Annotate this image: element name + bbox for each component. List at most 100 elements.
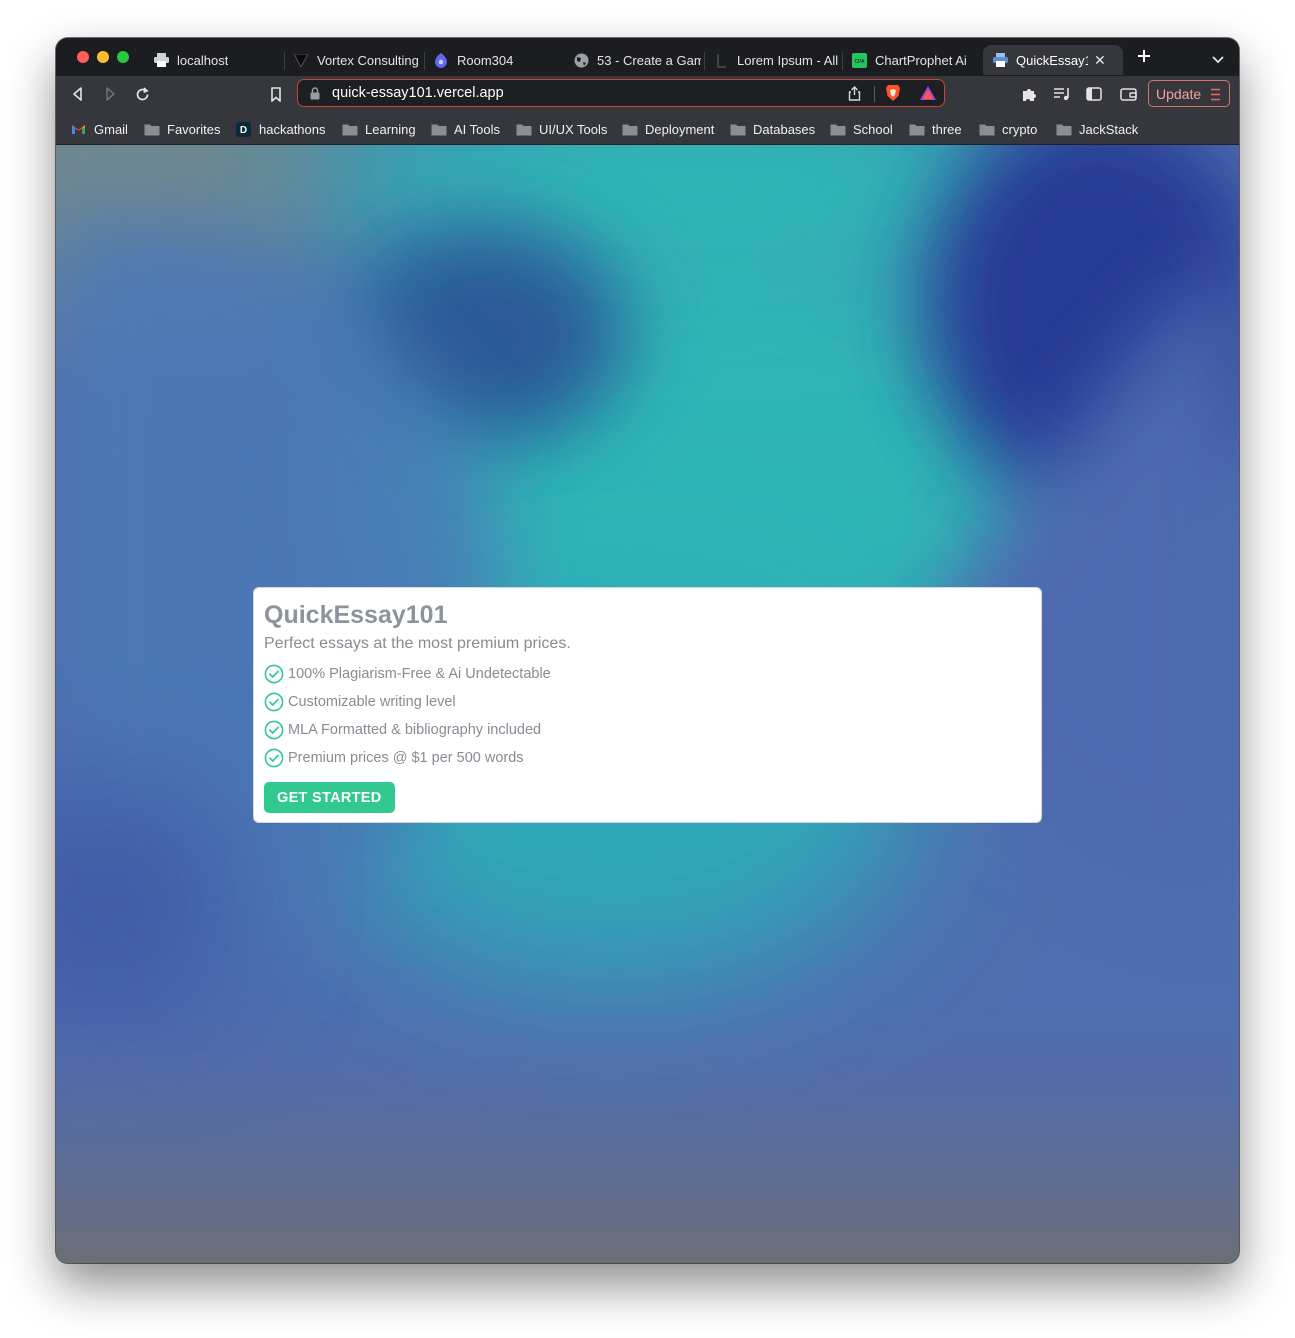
tab-strip: localhost Vortex Consulting Room304 53 -…	[56, 38, 1239, 76]
share-icon[interactable]	[848, 86, 861, 106]
feature-list: 100% Plagiarism-Free & Ai Undetectable C…	[264, 660, 1031, 772]
svg-text:D: D	[240, 125, 247, 136]
feature-text: MLA Formatted & bibliography included	[288, 722, 542, 738]
feature-text: Premium prices @ $1 per 500 words	[288, 750, 524, 766]
bookmark-folder-learning[interactable]: Learning	[341, 120, 416, 138]
forward-arrow-icon[interactable]	[100, 84, 120, 104]
page-viewport: QuickEssay101 Perfect essays at the most…	[56, 145, 1239, 1263]
feature-item: Premium prices @ $1 per 500 words	[264, 744, 1031, 772]
folder-icon	[908, 122, 925, 136]
chartprophet-logo-icon: CPA	[851, 52, 867, 68]
tab-separator	[842, 52, 843, 70]
bookmark-folder-ai-tools[interactable]: AI Tools	[430, 120, 500, 138]
bookmark-label: Learning	[365, 121, 416, 137]
page-title: QuickEssay101	[264, 601, 448, 629]
tab-title: Room304	[457, 52, 514, 68]
address-bar[interactable]: quick-essay101.vercel.app	[297, 79, 945, 107]
url-text: quick-essay101.vercel.app	[332, 85, 504, 101]
folder-icon	[341, 122, 358, 136]
tab-separator	[704, 52, 705, 70]
check-circle-icon	[264, 748, 284, 768]
check-circle-icon	[264, 720, 284, 740]
hero-card: QuickEssay101 Perfect essays at the most…	[253, 587, 1042, 823]
bookmark-label: three	[932, 121, 962, 137]
printer-icon	[992, 52, 1008, 68]
bookmark-label: Deployment	[645, 121, 715, 137]
urlbar-divider	[874, 86, 875, 102]
minimize-window-button[interactable]	[97, 51, 109, 63]
vortex-logo-icon	[293, 52, 309, 68]
tab-title: localhost	[177, 52, 229, 68]
tab-localhost[interactable]: localhost	[153, 45, 283, 75]
update-button-label: Update	[1156, 85, 1202, 102]
bookmark-folder-deployment[interactable]: Deployment	[621, 120, 714, 138]
get-started-button[interactable]: GET STARTED	[264, 782, 395, 813]
folder-icon	[143, 122, 160, 136]
bookmark-label: Gmail	[94, 121, 128, 137]
tab-chartprophet[interactable]: CPA ChartProphet Ai	[851, 45, 981, 75]
lock-icon	[310, 87, 320, 105]
check-circle-icon	[264, 664, 284, 684]
bookmark-hackathons[interactable]: D hackathons	[235, 120, 326, 138]
tab-create-a-game[interactable]: 53 - Create a Gam	[573, 45, 701, 75]
wallet-icon[interactable]	[1118, 84, 1138, 104]
new-tab-icon[interactable]	[1136, 48, 1152, 68]
folder-icon	[430, 122, 447, 136]
tab-list-chevron-down-icon[interactable]	[1211, 52, 1225, 70]
tab-room304[interactable]: Room304	[433, 45, 563, 75]
bookmark-folder-favorites[interactable]: Favorites	[143, 120, 220, 138]
browser-window: localhost Vortex Consulting Room304 53 -…	[56, 38, 1239, 1263]
globe-icon	[573, 52, 589, 68]
bookmark-icon[interactable]	[266, 84, 286, 104]
printer-icon	[153, 52, 169, 68]
room304-logo-icon	[433, 52, 449, 68]
tab-quickessay101[interactable]: QuickEssay10 ✕	[983, 45, 1123, 75]
tab-separator	[424, 52, 425, 70]
tab-lorem-ipsum[interactable]: Lorem Ipsum - All	[713, 45, 838, 75]
folder-icon	[1055, 122, 1072, 136]
devpost-icon: D	[235, 121, 252, 137]
lorem-ipsum-icon	[713, 52, 729, 68]
feature-item: 100% Plagiarism-Free & Ai Undetectable	[264, 660, 1031, 688]
svg-text:CPA: CPA	[854, 59, 865, 65]
bookmark-folder-jackstack[interactable]: JackStack	[1055, 120, 1138, 138]
tab-title: QuickEssay10	[1016, 52, 1088, 68]
bookmark-label: Favorites	[167, 121, 221, 137]
feature-item: Customizable writing level	[264, 688, 1031, 716]
brave-shields-icon[interactable]	[885, 84, 901, 107]
bookmark-label: hackathons	[259, 121, 326, 137]
playlist-icon[interactable]	[1052, 84, 1072, 104]
feature-text: 100% Plagiarism-Free & Ai Undetectable	[288, 666, 551, 682]
page-subtitle: Perfect essays at the most premium price…	[264, 635, 571, 652]
bookmark-label: School	[853, 121, 893, 137]
folder-icon	[978, 122, 995, 136]
bookmark-folder-three[interactable]: three	[908, 120, 962, 138]
bookmark-label: UI/UX Tools	[539, 121, 608, 137]
folder-icon	[829, 122, 846, 136]
tab-separator	[284, 52, 285, 70]
close-tab-icon[interactable]: ✕	[1094, 52, 1106, 69]
bookmarks-bar: Gmail Favorites D hackathons Learning AI…	[56, 112, 1239, 145]
bookmark-folder-school[interactable]: School	[829, 120, 893, 138]
bookmark-folder-databases[interactable]: Databases	[729, 120, 815, 138]
extensions-puzzle-icon[interactable]	[1019, 84, 1039, 104]
bookmark-gmail[interactable]: Gmail	[70, 120, 128, 138]
close-window-button[interactable]	[77, 51, 89, 63]
reload-icon[interactable]	[132, 84, 152, 104]
gmail-icon	[70, 122, 87, 136]
bookmark-folder-crypto[interactable]: crypto	[978, 120, 1037, 138]
folder-icon	[515, 122, 532, 136]
tab-vortex-consulting[interactable]: Vortex Consulting	[293, 45, 423, 75]
tab-title: Lorem Ipsum - All	[737, 52, 838, 68]
bookmark-folder-ui-ux-tools[interactable]: UI/UX Tools	[515, 120, 607, 138]
toolbar: quick-essay101.vercel.app Update	[56, 76, 1239, 112]
update-button[interactable]: Update	[1148, 80, 1230, 107]
maximize-window-button[interactable]	[117, 51, 129, 63]
bookmark-label: JackStack	[1079, 121, 1139, 137]
tab-title: Vortex Consulting	[317, 52, 419, 68]
sidebar-icon[interactable]	[1084, 84, 1104, 104]
tab-title: 53 - Create a Gam	[597, 52, 701, 68]
back-arrow-icon[interactable]	[68, 84, 88, 104]
check-circle-icon	[264, 692, 284, 712]
brave-rewards-icon[interactable]	[919, 85, 937, 106]
